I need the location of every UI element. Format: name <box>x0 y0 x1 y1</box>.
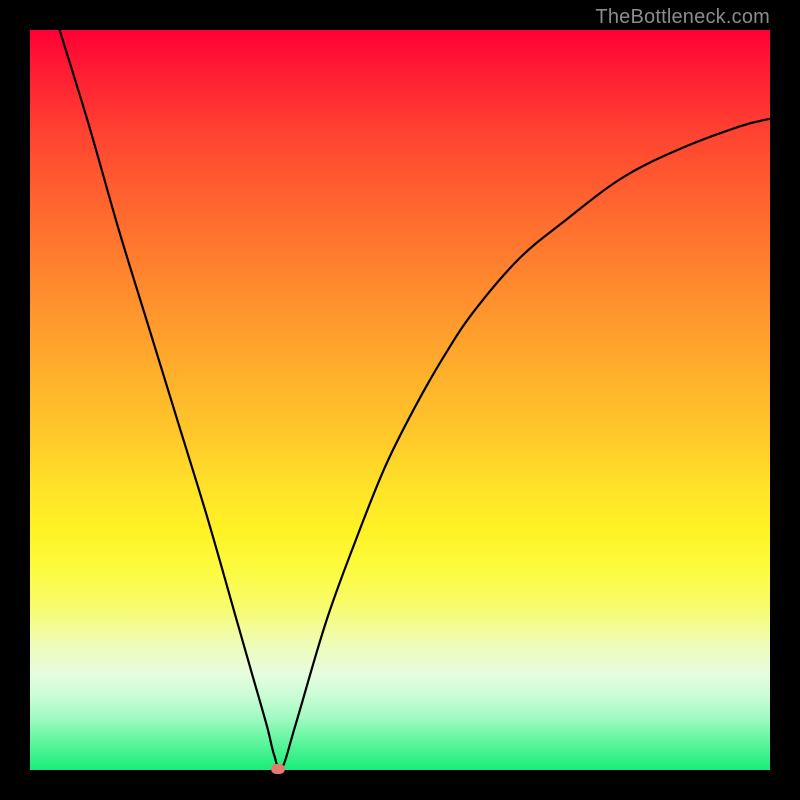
minimum-marker <box>271 764 285 774</box>
bottleneck-curve <box>30 30 770 770</box>
chart-container: TheBottleneck.com <box>0 0 800 800</box>
watermark-text: TheBottleneck.com <box>595 6 770 29</box>
plot-area <box>30 30 770 770</box>
